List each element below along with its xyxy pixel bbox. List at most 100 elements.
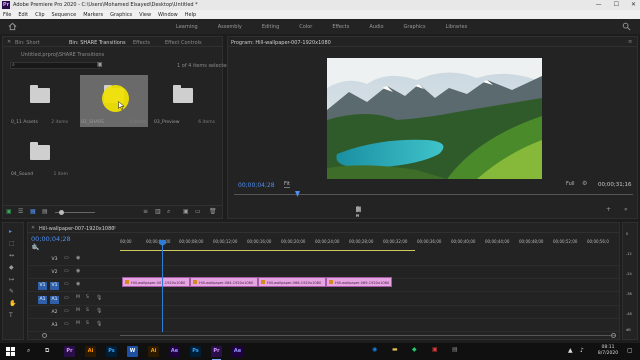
pen-tool-icon[interactable]: ✎ [9,289,14,295]
minimize-button[interactable]: — [596,1,602,9]
timeline-scrollbar[interactable] [120,335,615,336]
zoom-slider-handle[interactable] [59,210,64,215]
ripple-edit-tool-icon[interactable]: ↔ [9,253,14,259]
menu-help[interactable]: Help [185,12,196,18]
eye-icon[interactable]: ◉ [76,256,80,261]
menu-window[interactable]: Window [158,12,178,18]
track-label[interactable]: A2 [50,309,59,317]
work-area-bar[interactable] [120,250,415,251]
time-ruler[interactable]: 00;00 00;00;04;00 00;00;08;00 00;00;12;0… [120,238,620,250]
timeline-scroll-start[interactable] [42,333,47,338]
timeline-clip[interactable]: Hill-wallpaper-066-1920x1080 [258,277,326,287]
menu-file[interactable]: File [3,12,11,18]
taskbar-app-icon[interactable]: Pr [64,346,75,357]
taskbar-app-icon[interactable]: W [127,346,138,357]
panel-menu-icon[interactable]: ≡ [112,225,116,231]
bin-item[interactable]: 03_Preview 6 items [153,75,215,127]
settings-icon[interactable]: ⚙ [582,181,587,187]
timeline-clip[interactable]: Hill-wallpaper-069-1920x1080 [326,277,392,287]
panel-menu-icon[interactable]: ≡ [628,39,632,45]
timeline-clip[interactable]: Hill-wallpaper-064-1920x1080 [190,277,258,287]
microphone-icon[interactable]: 🎙 [96,309,102,314]
track-output-icon[interactable]: ▭ [64,269,69,274]
quality-dropdown[interactable]: Full [566,182,575,187]
app-icon[interactable]: ◆ [412,347,417,353]
close-tab-icon[interactable]: ✕ [31,225,35,231]
hand-tool-icon[interactable]: ✋ [9,301,16,307]
workspace-tab-libraries[interactable]: Libraries [446,24,468,30]
menu-view[interactable]: View [139,12,151,18]
timeline-scroll-end[interactable] [611,333,616,338]
track-output-icon[interactable]: ▭ [64,322,69,327]
menu-sequence[interactable]: Sequence [52,12,77,18]
workspace-tab-audio[interactable]: Audio [369,24,383,30]
eye-icon[interactable]: ◉ [76,269,80,274]
solo-button[interactable]: S [86,308,89,314]
timeline-clip[interactable]: Hill-wallpaper-007-1920x1080 [122,277,190,287]
selection-tool-icon[interactable]: ▸ [9,229,12,235]
task-view-icon[interactable]: ⧉ [45,348,49,354]
bin-item[interactable]: 04_Sound 1 item [10,132,70,184]
timeline-timecode[interactable]: 00;00;04;28 [31,235,71,243]
close-tab-icon[interactable]: ✕ [7,39,11,45]
type-tool-icon[interactable]: T [9,313,13,319]
microphone-icon[interactable]: 🎙 [96,322,102,327]
tab-bin-share-transitions[interactable]: Bin: SHARE Transitions [69,40,126,46]
bin-item-selected[interactable]: 02_SHARE 4 items [80,75,148,127]
search-input[interactable]: ⌕ [10,62,100,69]
track-label[interactable]: V1 [50,282,59,290]
taskbar-app-icon[interactable]: Ae [169,346,180,357]
menu-edit[interactable]: Edit [18,12,28,18]
taskbar-app-icon[interactable]: Ps [106,346,117,357]
windows-start-icon[interactable] [6,347,15,356]
track-output-icon[interactable]: ▭ [64,256,69,261]
workspace-tab-color[interactable]: Color [299,24,312,30]
find-icon[interactable]: ⌕ [167,209,170,215]
volume-icon[interactable]: ♪ [580,348,584,354]
maximize-button[interactable]: ☐ [614,1,619,9]
app-icon[interactable]: ▤ [452,347,458,353]
folder-icon[interactable]: ▬ [392,347,398,353]
mute-button[interactable]: M [76,308,80,314]
program-monitor-title[interactable]: Program: Hill-wallpaper-007-1920x1080 [231,40,331,46]
tab-bin-short[interactable]: Bin: Short [15,40,40,46]
mute-button[interactable]: M [76,295,80,301]
browser-icon[interactable]: ◉ [372,347,377,353]
trash-icon[interactable]: 🗑 [209,209,217,215]
automate-icon[interactable]: ▥ [155,209,161,215]
sort-icon[interactable]: ≡ [143,209,148,215]
network-icon[interactable]: ▲ [568,348,573,354]
taskbar-app-icon[interactable]: Ai [85,346,96,357]
search-icon[interactable]: ⌕ [27,348,30,354]
workspace-tab-editing[interactable]: Editing [262,24,279,30]
workspace-tab-graphics[interactable]: Graphics [404,24,426,30]
solo-button[interactable]: S [86,321,89,327]
add-button-icon[interactable]: + [606,207,611,213]
eye-icon[interactable]: ◉ [76,282,80,287]
bin-item[interactable]: 0_11 Assets 2 items [10,75,70,127]
chevron-right-icon[interactable]: » [624,207,628,213]
track-select-tool-icon[interactable]: ⬚ [9,241,15,247]
workspace-tab-assembly[interactable]: Assembly [218,24,242,30]
track-label[interactable]: V3 [50,256,59,264]
monitor-scrubber[interactable] [234,194,633,195]
timeline-playhead[interactable] [162,240,163,332]
track-output-icon[interactable]: ▭ [64,296,69,301]
tab-effects[interactable]: Effects [133,40,150,46]
program-timecode-current[interactable]: 00;00;04;28 [238,182,275,189]
taskbar-app-icon[interactable]: Ae [232,346,243,357]
solo-button[interactable]: S [86,295,89,301]
close-button[interactable]: ✕ [631,1,636,9]
track-label[interactable]: V2 [50,269,59,277]
track-output-icon[interactable]: ▭ [64,282,69,287]
razor-tool-icon[interactable]: ◆ [9,265,14,271]
source-patch-a1[interactable]: A1 [38,296,47,304]
new-bin-icon[interactable]: ▣ [183,209,189,215]
home-icon[interactable] [8,22,17,31]
taskbar-app-icon[interactable]: Pr [211,346,222,360]
lock-icon[interactable]: ▣ [6,209,12,215]
workspace-tab-learning[interactable]: Learning [176,24,198,30]
list-view-icon[interactable]: ☰ [18,209,23,215]
taskbar-clock[interactable]: 08:11 8/7/2020 [596,345,620,356]
new-bin-icon[interactable]: ▣ [97,62,103,68]
